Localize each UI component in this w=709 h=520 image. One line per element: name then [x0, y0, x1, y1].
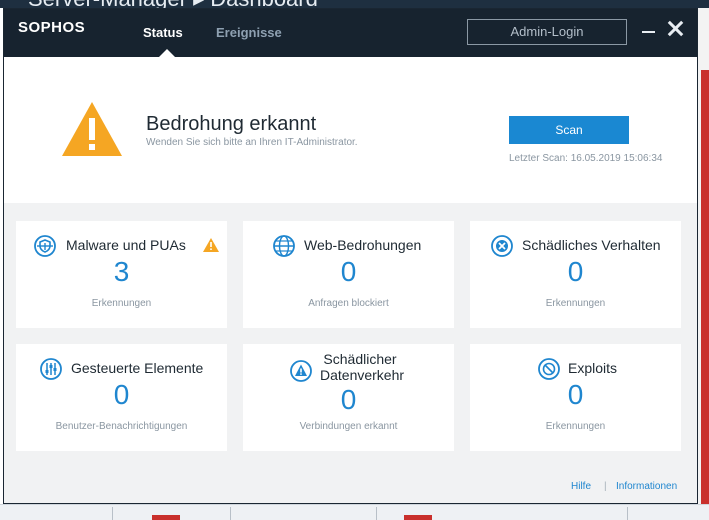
background-red-tab [152, 515, 180, 520]
title-bar: SOPHOS Status Ereignisse Admin-Login [4, 9, 697, 57]
sophos-window: SOPHOS Status Ereignisse Admin-Login Bed… [3, 8, 698, 504]
blocked-behavior-icon [491, 235, 513, 257]
card-label: Erkennungen [91, 298, 152, 309]
warning-icon [62, 102, 122, 156]
globe-icon [273, 235, 295, 257]
background-taskbar [0, 504, 709, 520]
tab-status[interactable]: Status [143, 25, 183, 40]
sliders-icon [40, 358, 62, 380]
close-button[interactable] [667, 20, 684, 37]
background-divider [627, 507, 628, 520]
background-red-tab [404, 515, 432, 520]
minimize-button[interactable] [641, 19, 657, 45]
card-title: Schädlicher Datenverkehr [320, 351, 405, 383]
alert-subtitle: Wenden Sie sich bitte an Ihren IT-Admini… [146, 137, 358, 148]
background-divider [376, 507, 377, 520]
card-label: Benutzer-Benachrichtigungen [55, 421, 188, 432]
traffic-warning-icon [290, 360, 312, 382]
card-value: 0 [567, 256, 584, 287]
no-entry-icon [538, 358, 560, 380]
background-red-strip [701, 70, 709, 520]
card-controlled-items[interactable]: Gesteuerte Elemente 0 Benutzer-Benachric… [16, 344, 227, 451]
card-exploits[interactable]: Exploits 0 Erkennungen [470, 344, 681, 451]
footer-separator: | [604, 481, 607, 492]
background-window-title: Server-Manager ▸ Dashboard [28, 0, 318, 8]
card-malicious-traffic[interactable]: Schädlicher Datenverkehr 0 Verbindungen … [243, 344, 454, 451]
sophos-logo: SOPHOS [18, 19, 86, 36]
admin-login-button[interactable]: Admin-Login [467, 19, 627, 45]
card-title: Schädliches Verhalten [522, 237, 661, 253]
card-value: 3 [113, 256, 130, 287]
minimize-icon [642, 31, 655, 33]
card-malicious-behavior[interactable]: Schädliches Verhalten 0 Erkennungen [470, 221, 681, 328]
card-title: Web-Bedrohungen [304, 237, 422, 253]
shield-bug-icon [34, 235, 56, 257]
card-value: 0 [340, 384, 357, 415]
card-value: 0 [567, 379, 584, 410]
card-title: Gesteuerte Elemente [71, 360, 204, 376]
alert-title: Bedrohung erkannt [146, 113, 317, 135]
threat-alert-banner: Bedrohung erkannt Wenden Sie sich bitte … [4, 57, 697, 203]
card-label: Erkennungen [545, 421, 606, 432]
background-divider [230, 507, 231, 520]
help-link[interactable]: Hilfe [571, 481, 591, 492]
card-malware[interactable]: Malware und PUAs 3 Erkennungen [16, 221, 227, 328]
card-value: 0 [113, 379, 130, 410]
information-link[interactable]: Informationen [616, 481, 677, 492]
card-label: Verbindungen erkannt [299, 421, 398, 432]
scan-button[interactable]: Scan [509, 116, 629, 144]
active-tab-indicator [159, 49, 175, 57]
warning-icon [203, 238, 219, 252]
card-title: Exploits [568, 360, 618, 376]
card-title: Malware und PUAs [66, 237, 186, 253]
tab-ereignisse[interactable]: Ereignisse [216, 25, 282, 40]
card-value: 0 [340, 256, 357, 287]
background-window-titlebar: Server-Manager ▸ Dashboard [0, 0, 709, 8]
last-scan-text: Letzter Scan: 16.05.2019 15:06:34 [509, 153, 663, 164]
background-right-edge [698, 8, 709, 520]
card-label: Anfragen blockiert [308, 298, 389, 309]
card-label: Erkennungen [545, 298, 606, 309]
background-divider [112, 507, 113, 520]
card-web-threats[interactable]: Web-Bedrohungen 0 Anfragen blockiert [243, 221, 454, 328]
